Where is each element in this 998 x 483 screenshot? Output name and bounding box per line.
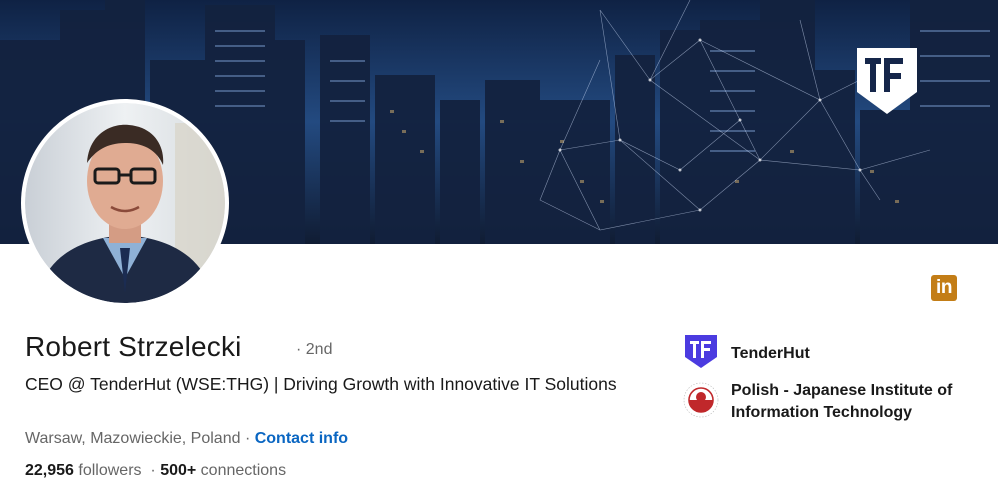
tenderhut-shield-logo <box>851 44 923 118</box>
linkedin-icon[interactable]: in <box>931 275 957 301</box>
connections-count: 500+ <box>160 462 197 479</box>
followers-label: followers <box>73 462 142 479</box>
contact-info-link[interactable]: Contact info <box>255 430 348 447</box>
org-tenderhut[interactable]: TenderHut <box>683 333 810 374</box>
network-stats: 22,956 followers · 500+ connections <box>25 462 286 480</box>
org-label: TenderHut <box>731 344 810 362</box>
tenderhut-logo-icon <box>683 333 719 374</box>
org-label: Polish - Japanese Institute of Informati… <box>731 382 953 421</box>
avatar[interactable] <box>25 103 225 303</box>
pjatk-seal-icon <box>683 382 719 423</box>
connections-label: connections <box>196 462 287 479</box>
followers-count: 22,956 <box>25 462 74 479</box>
connection-degree: · 2nd <box>296 341 333 358</box>
profile-name: Robert Strzelecki <box>25 331 242 362</box>
location-text: Warsaw, Mazowieckie, Poland <box>25 430 241 447</box>
org-pjatk[interactable]: Polish - Japanese Institute of Informati… <box>683 380 971 424</box>
stats-separator: · <box>141 462 161 479</box>
profile-headline: CEO @ TenderHut (WSE:THG) | Driving Grow… <box>25 374 617 394</box>
location-separator: · <box>240 430 255 447</box>
location-line: Warsaw, Mazowieckie, Poland · Contact in… <box>25 430 348 448</box>
